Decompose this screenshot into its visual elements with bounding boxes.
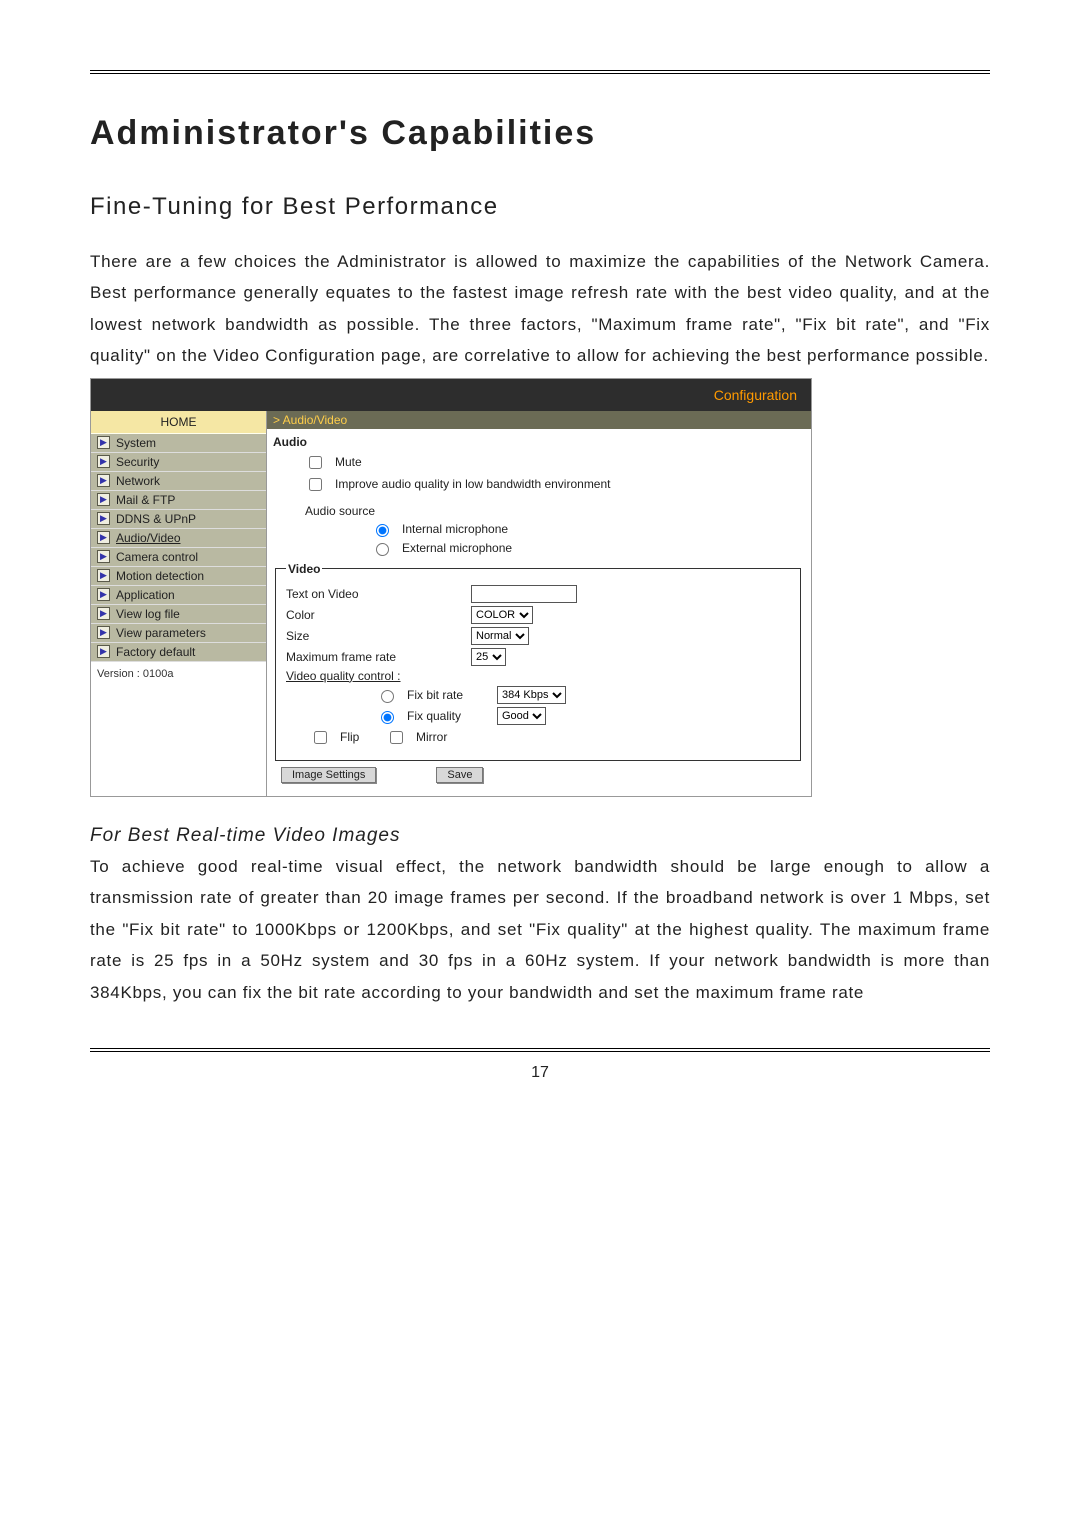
- mute-checkbox[interactable]: [309, 456, 322, 469]
- page-title: Administrator's Capabilities: [90, 114, 990, 153]
- color-select[interactable]: COLOR: [471, 606, 533, 624]
- sidebar-home[interactable]: HOME: [91, 411, 266, 434]
- fix-quality-select[interactable]: Good: [497, 707, 546, 725]
- realtime-paragraph: To achieve good real-time visual effect,…: [90, 851, 990, 1008]
- mirror-checkbox[interactable]: [390, 731, 403, 744]
- sidebar-item-label: View log file: [116, 607, 180, 621]
- sidebar-item-view-parameters[interactable]: ▶ View parameters: [91, 624, 266, 643]
- internal-mic-label: Internal microphone: [402, 522, 508, 536]
- configuration-screenshot: Configuration HOME ▶ System ▶ Security ▶…: [90, 378, 812, 797]
- sidebar-item-audio-video[interactable]: ▶ Audio/Video: [91, 529, 266, 548]
- sidebar-item-system[interactable]: ▶ System: [91, 434, 266, 453]
- arrow-right-icon: ▶: [97, 569, 110, 582]
- arrow-right-icon: ▶: [97, 455, 110, 468]
- video-quality-control-label: Video quality control :: [286, 669, 461, 683]
- arrow-right-icon: ▶: [97, 531, 110, 544]
- sidebar-item-label: Audio/Video: [116, 531, 181, 545]
- save-button[interactable]: Save: [436, 767, 483, 783]
- video-legend: Video: [286, 562, 322, 576]
- mirror-label: Mirror: [416, 730, 447, 744]
- sidebar-item-label: Factory default: [116, 645, 195, 659]
- sidebar-item-view-log-file[interactable]: ▶ View log file: [91, 605, 266, 624]
- main-panel: > Audio/Video Audio Mute Improve audio q…: [267, 411, 811, 796]
- sidebar-item-label: Security: [116, 455, 159, 469]
- sidebar: HOME ▶ System ▶ Security ▶ Network ▶ Mai…: [91, 411, 267, 796]
- version-label: Version : 0100a: [91, 662, 266, 686]
- subsection-heading-realtime: For Best Real-time Video Images: [90, 825, 990, 847]
- arrow-right-icon: ▶: [97, 493, 110, 506]
- external-mic-label: External microphone: [402, 541, 512, 555]
- sidebar-item-label: DDNS & UPnP: [116, 512, 196, 526]
- arrow-right-icon: ▶: [97, 645, 110, 658]
- breadcrumb: > Audio/Video: [267, 411, 811, 429]
- internal-mic-radio[interactable]: [376, 524, 389, 537]
- sidebar-item-mail-ftp[interactable]: ▶ Mail & FTP: [91, 491, 266, 510]
- section-heading-fine-tuning: Fine-Tuning for Best Performance: [90, 193, 990, 221]
- arrow-right-icon: ▶: [97, 512, 110, 525]
- fix-quality-label: Fix quality: [407, 709, 487, 723]
- color-label: Color: [286, 608, 461, 622]
- sidebar-item-label: Motion detection: [116, 569, 204, 583]
- fix-quality-radio[interactable]: [381, 711, 394, 724]
- text-on-video-label: Text on Video: [286, 587, 461, 601]
- arrow-right-icon: ▶: [97, 588, 110, 601]
- sidebar-item-label: System: [116, 436, 156, 450]
- sidebar-item-label: Network: [116, 474, 160, 488]
- arrow-right-icon: ▶: [97, 626, 110, 639]
- sidebar-item-motion-detection[interactable]: ▶ Motion detection: [91, 567, 266, 586]
- improve-audio-label: Improve audio quality in low bandwidth e…: [335, 477, 611, 491]
- max-frame-rate-select[interactable]: 25: [471, 648, 506, 666]
- fix-bit-rate-label: Fix bit rate: [407, 688, 487, 702]
- flip-label: Flip: [340, 730, 359, 744]
- arrow-right-icon: ▶: [97, 474, 110, 487]
- sidebar-item-factory-default[interactable]: ▶ Factory default: [91, 643, 266, 662]
- size-select[interactable]: Normal: [471, 627, 529, 645]
- size-label: Size: [286, 629, 461, 643]
- flip-checkbox[interactable]: [314, 731, 327, 744]
- mute-label: Mute: [335, 455, 362, 469]
- audio-section-title: Audio: [273, 435, 801, 449]
- text-on-video-input[interactable]: [471, 585, 577, 603]
- arrow-right-icon: ▶: [97, 550, 110, 563]
- arrow-right-icon: ▶: [97, 436, 110, 449]
- sidebar-item-label: View parameters: [116, 626, 206, 640]
- improve-audio-checkbox[interactable]: [309, 478, 322, 491]
- max-frame-rate-label: Maximum frame rate: [286, 650, 461, 664]
- intro-paragraph: There are a few choices the Administrato…: [90, 246, 990, 372]
- fix-bit-rate-select[interactable]: 384 Kbps: [497, 686, 566, 704]
- external-mic-radio[interactable]: [376, 543, 389, 556]
- fix-bit-rate-radio[interactable]: [381, 690, 394, 703]
- arrow-right-icon: ▶: [97, 607, 110, 620]
- sidebar-item-camera-control[interactable]: ▶ Camera control: [91, 548, 266, 567]
- sidebar-item-label: Application: [116, 588, 175, 602]
- video-fieldset: Video Text on Video Color COLOR: [275, 562, 801, 761]
- sidebar-item-label: Camera control: [116, 550, 198, 564]
- sidebar-item-label: Mail & FTP: [116, 493, 175, 507]
- page-number: 17: [90, 1064, 990, 1082]
- sidebar-item-security[interactable]: ▶ Security: [91, 453, 266, 472]
- sidebar-item-ddns-upnp[interactable]: ▶ DDNS & UPnP: [91, 510, 266, 529]
- image-settings-button[interactable]: Image Settings: [281, 767, 376, 783]
- sidebar-item-application[interactable]: ▶ Application: [91, 586, 266, 605]
- configuration-link[interactable]: Configuration: [714, 387, 797, 403]
- audio-source-label: Audio source: [305, 504, 375, 518]
- sidebar-item-network[interactable]: ▶ Network: [91, 472, 266, 491]
